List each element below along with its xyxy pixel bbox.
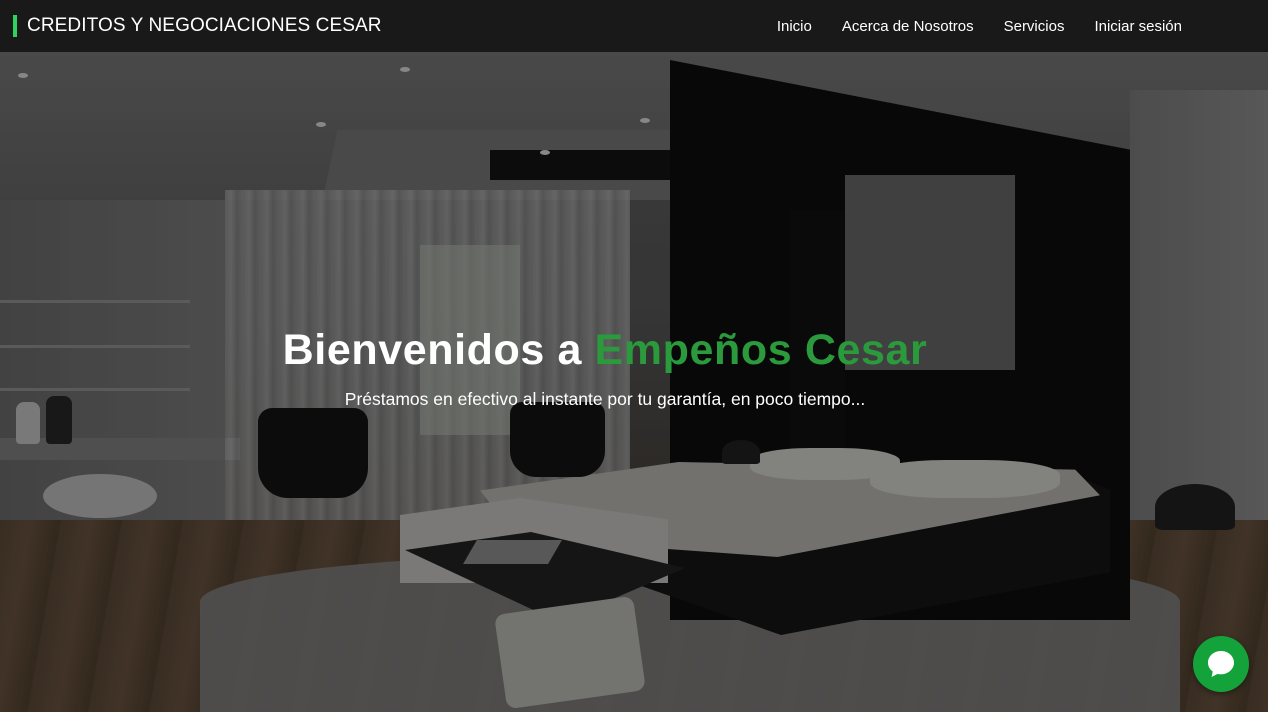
hero-title-accent: Empeños Cesar bbox=[594, 325, 928, 374]
nav-link-acerca-de-nosotros[interactable]: Acerca de Nosotros bbox=[842, 18, 974, 35]
brand-accent-bar bbox=[13, 15, 17, 37]
chat-bubble-icon bbox=[1208, 651, 1234, 677]
brand-logo-text[interactable]: CREDITOS Y NEGOCIACIONES CESAR bbox=[27, 15, 382, 37]
navbar: CREDITOS Y NEGOCIACIONES CESAR Inicio Ac… bbox=[0, 0, 1268, 52]
hero-title: Bienvenidos a Empeños Cesar bbox=[0, 323, 1210, 377]
hero-subtitle: Préstamos en efectivo al instante por tu… bbox=[344, 388, 866, 409]
nav-link-iniciar-sesion[interactable]: Iniciar sesión bbox=[1094, 18, 1182, 35]
nav-links: Inicio Acerca de Nosotros Servicios Inic… bbox=[747, 0, 1182, 52]
nav-link-servicios[interactable]: Servicios bbox=[1004, 18, 1065, 35]
nav-link-inicio[interactable]: Inicio bbox=[777, 18, 812, 35]
chat-widget-button[interactable] bbox=[1193, 636, 1249, 692]
hero-title-prefix: Bienvenidos a bbox=[282, 325, 595, 374]
